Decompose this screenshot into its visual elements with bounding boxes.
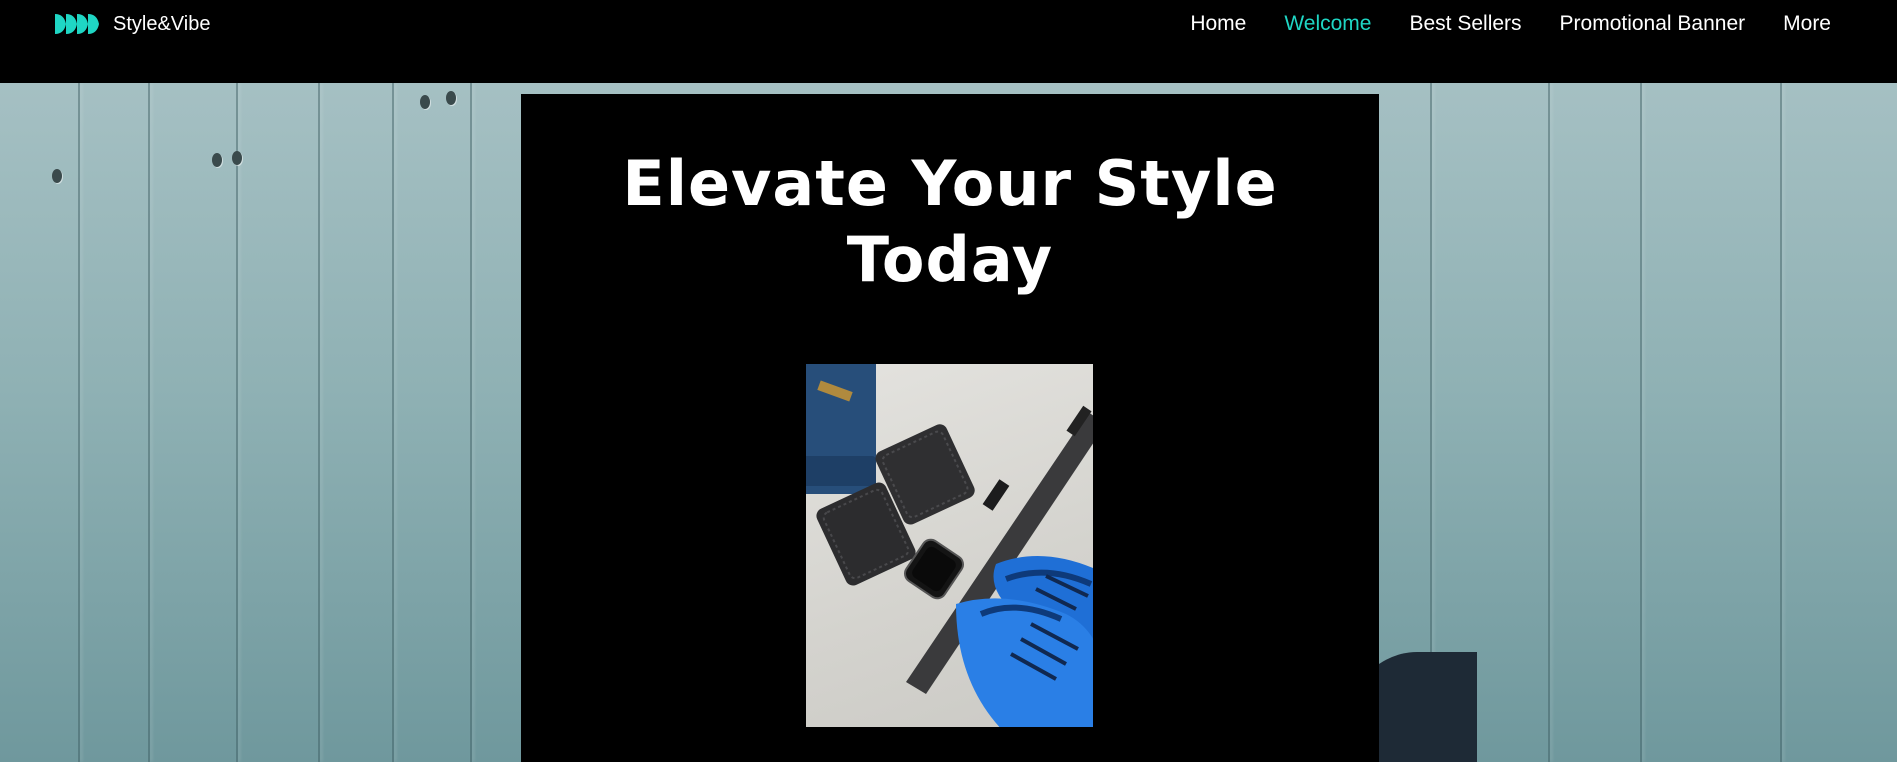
main-nav: Home Welcome Best Sellers Promotional Ba… bbox=[1190, 10, 1831, 38]
wall-bolt bbox=[446, 91, 456, 105]
nav-item-promotional-banner[interactable]: Promotional Banner bbox=[1560, 10, 1746, 38]
brand-logo-link[interactable]: Style&Vibe bbox=[55, 12, 210, 36]
wall-bolt bbox=[232, 151, 242, 165]
wall-panel-seam bbox=[236, 83, 238, 762]
wall-panel-seam bbox=[392, 83, 394, 762]
play-arrows-logo-icon bbox=[55, 14, 99, 34]
wall-panel-seam bbox=[1640, 83, 1642, 762]
watch-loop bbox=[982, 479, 1010, 511]
wall-panel-seam bbox=[148, 83, 150, 762]
wall-panel-seam bbox=[470, 83, 472, 762]
wall-panel-seam bbox=[1780, 83, 1782, 762]
hero-headline: Elevate Your Style Today bbox=[622, 147, 1278, 296]
nav-item-welcome[interactable]: Welcome bbox=[1284, 10, 1371, 38]
wall-bolt bbox=[212, 153, 222, 167]
nav-item-home[interactable]: Home bbox=[1190, 10, 1246, 38]
wall-bolt bbox=[52, 169, 62, 183]
wall-bolt bbox=[420, 95, 430, 109]
accessories-product-image bbox=[806, 364, 1093, 727]
wall-panel-seam bbox=[78, 83, 80, 762]
accessories-illustration bbox=[806, 364, 1093, 727]
wall-panel-seam bbox=[1548, 83, 1550, 762]
nav-item-more[interactable]: More bbox=[1783, 10, 1831, 38]
nav-item-best-sellers[interactable]: Best Sellers bbox=[1409, 10, 1521, 38]
site-header: Style&Vibe Home Welcome Best Sellers Pro… bbox=[0, 0, 1897, 83]
wall-panel-seam bbox=[318, 83, 320, 762]
hero-card: Elevate Your Style Today bbox=[521, 94, 1379, 762]
blue-card-holder-flap bbox=[806, 456, 876, 486]
brand-name: Style&Vibe bbox=[113, 13, 211, 35]
